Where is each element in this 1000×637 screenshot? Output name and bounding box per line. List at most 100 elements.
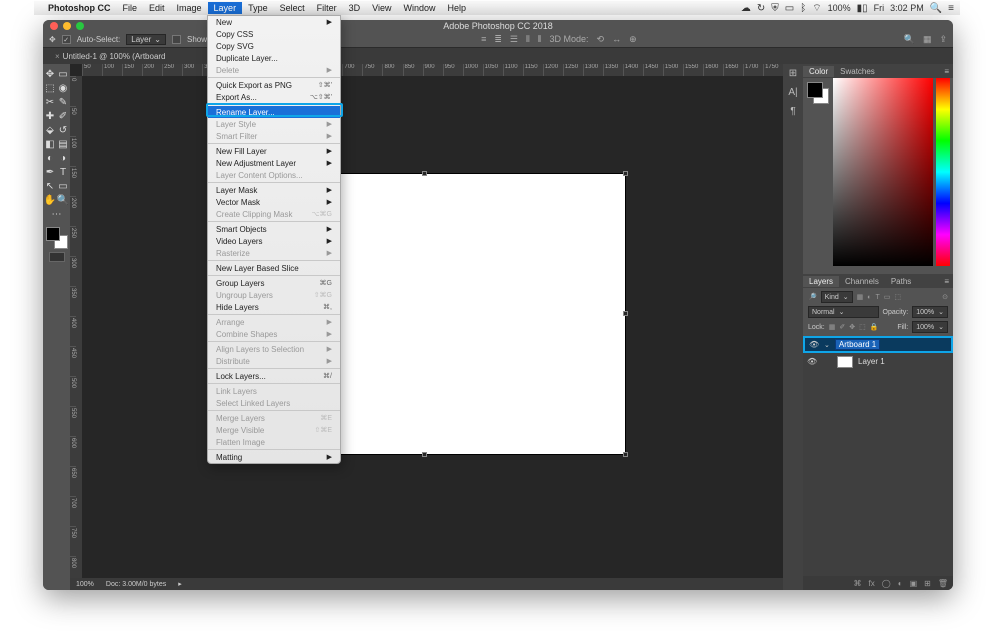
menu-help[interactable]: Help <box>441 2 472 14</box>
strip-icon[interactable]: ⊞ <box>789 68 797 79</box>
lock-position-icon[interactable]: ✥ <box>849 323 855 331</box>
showtransform-checkbox[interactable] <box>172 35 181 44</box>
filter-pixel-icon[interactable]: ▦ <box>857 293 864 301</box>
close-window-icon[interactable] <box>50 22 58 30</box>
new-layer-icon[interactable]: ⊞ <box>924 579 931 588</box>
menu-image[interactable]: Image <box>171 2 208 14</box>
adjustment-layer-icon[interactable]: ◐ <box>898 579 903 588</box>
distribute-icon[interactable]: ⫴ <box>526 34 530 45</box>
menu-file[interactable]: File <box>117 2 144 14</box>
fill-input[interactable]: 100%⌄ <box>912 321 948 333</box>
menu-item-copy-css[interactable]: Copy CSS <box>208 28 340 40</box>
lock-pixels-icon[interactable]: ▦ <box>829 323 836 331</box>
menu-item-video-layers[interactable]: Video Layers▶ <box>208 235 340 247</box>
menu-view[interactable]: View <box>366 2 397 14</box>
threed-icon[interactable]: ⊕ <box>629 34 637 45</box>
menu-item-vector-mask[interactable]: Vector Mask▶ <box>208 196 340 208</box>
pen-tool-icon[interactable]: ✒ <box>44 165 57 179</box>
menu-filter[interactable]: Filter <box>311 2 343 14</box>
history-brush-icon[interactable]: ↺ <box>57 123 70 137</box>
autoselect-dropdown[interactable]: Layer⌄ <box>126 34 166 45</box>
healing-tool-icon[interactable]: ✚ <box>44 109 57 123</box>
layer-row[interactable]: 👁Layer 1 <box>803 353 953 370</box>
search-icon[interactable]: 🔍 <box>904 34 915 45</box>
lasso-tool-icon[interactable]: ◉ <box>57 81 70 95</box>
filter-adjust-icon[interactable]: ◐ <box>867 294 871 301</box>
stamp-tool-icon[interactable]: ⬙ <box>44 123 57 137</box>
path-tool-icon[interactable]: ↖ <box>44 179 57 193</box>
layer-row[interactable]: 👁 ⌄ Artboard 1 <box>803 336 953 353</box>
menu-item-lock-layers[interactable]: Lock Layers...⌘/ <box>208 370 340 382</box>
swatches-tab[interactable]: Swatches <box>834 66 881 77</box>
filter-type-icon[interactable]: T <box>875 294 879 301</box>
filter-shape-icon[interactable]: ▭ <box>884 293 891 301</box>
channels-tab[interactable]: Channels <box>839 276 885 287</box>
layer-effects-icon[interactable]: fx <box>869 579 875 588</box>
opacity-input[interactable]: 100%⌄ <box>912 306 948 318</box>
menu-item-new-fill-layer[interactable]: New Fill Layer▶ <box>208 145 340 157</box>
visibility-icon[interactable]: 👁 <box>809 340 819 349</box>
menu-app-name[interactable]: Photoshop CC <box>48 3 111 13</box>
trash-icon[interactable]: 🗑 <box>938 579 948 588</box>
menu-item-new-adjustment-layer[interactable]: New Adjustment Layer▶ <box>208 157 340 169</box>
zoom-window-icon[interactable] <box>76 22 84 30</box>
filter-smart-icon[interactable]: ⬚ <box>894 293 901 301</box>
zoom-level[interactable]: 100% <box>76 581 94 588</box>
menu-item-quick-export-as-png[interactable]: Quick Export as PNG⇧⌘' <box>208 79 340 91</box>
marquee-tool-icon[interactable]: ⬚ <box>44 81 57 95</box>
link-layers-icon[interactable]: ⌘ <box>854 579 862 588</box>
lock-position-icon[interactable]: ✐ <box>839 323 845 331</box>
panel-menu-icon[interactable]: ≡ <box>944 67 953 76</box>
menu-select[interactable]: Select <box>274 2 311 14</box>
color-swatches[interactable] <box>46 227 68 249</box>
lock-artboard-icon[interactable]: ⬚ <box>859 323 866 331</box>
menu-item-matting[interactable]: Matting▶ <box>208 451 340 463</box>
move-tool-icon[interactable]: ✥ <box>44 67 57 81</box>
brush-tool-icon[interactable]: ✐ <box>57 109 70 123</box>
color-tab[interactable]: Color <box>803 66 834 77</box>
layer-thumbnail[interactable] <box>837 356 853 368</box>
menu-edit[interactable]: Edit <box>143 2 171 14</box>
autoselect-checkbox[interactable]: ✓ <box>62 35 71 44</box>
menu-window[interactable]: Window <box>397 2 441 14</box>
eraser-tool-icon[interactable]: ◧ <box>44 137 57 151</box>
color-field[interactable] <box>833 78 933 266</box>
group-icon[interactable]: ▣ <box>910 579 918 588</box>
minimize-window-icon[interactable] <box>63 22 71 30</box>
menu-item-new[interactable]: New▶ <box>208 16 340 28</box>
filter-toggle-icon[interactable]: ⊙ <box>942 293 948 301</box>
menu-layer[interactable]: Layer <box>208 2 243 14</box>
dodge-tool-icon[interactable]: ◑ <box>57 151 70 165</box>
visibility-icon[interactable]: 👁 <box>807 357 817 366</box>
menu-item-hide-layers[interactable]: Hide Layers⌘, <box>208 301 340 313</box>
align-icon[interactable]: ≣ <box>494 34 502 45</box>
fg-bg-swatch[interactable] <box>807 82 829 104</box>
quickmask-icon[interactable] <box>49 252 65 262</box>
doc-info[interactable]: Doc: 3.00M/0 bytes <box>106 581 166 588</box>
document-tab[interactable]: × Untitled-1 @ 100% (Artboard <box>49 50 172 63</box>
hamburger-icon[interactable]: ≡ <box>948 3 954 14</box>
crop-tool-icon[interactable]: ✂ <box>44 95 57 109</box>
hand-tool-icon[interactable]: ✋ <box>44 193 57 207</box>
spotlight-icon[interactable]: 🔍 <box>930 3 942 14</box>
move-tool-icon[interactable]: ✥ <box>49 35 56 44</box>
menu-type[interactable]: Type <box>242 2 274 14</box>
hue-slider[interactable] <box>936 78 950 266</box>
artboard-tool-icon[interactable]: ▭ <box>57 67 70 81</box>
paths-tab[interactable]: Paths <box>885 276 917 287</box>
align-icon[interactable]: ≡ <box>481 34 486 45</box>
workspace-icon[interactable]: ▦ <box>923 34 932 45</box>
menu-item-duplicate-layer[interactable]: Duplicate Layer... <box>208 52 340 64</box>
edit-toolbar-icon[interactable]: ⋯ <box>44 207 70 221</box>
close-icon[interactable]: × <box>55 52 60 61</box>
menu-item-smart-objects[interactable]: Smart Objects▶ <box>208 223 340 235</box>
blur-tool-icon[interactable]: ◐ <box>44 151 57 165</box>
layer-name-input[interactable]: Artboard 1 <box>835 339 880 350</box>
layer-mask-icon[interactable]: ◯ <box>882 579 891 588</box>
menu-item-copy-svg[interactable]: Copy SVG <box>208 40 340 52</box>
share-icon[interactable]: ⇪ <box>939 34 947 45</box>
menu-item-layer-mask[interactable]: Layer Mask▶ <box>208 184 340 196</box>
paragraph-icon[interactable]: A| <box>788 87 797 98</box>
chevron-down-icon[interactable]: ⌄ <box>824 341 830 349</box>
threed-icon[interactable]: ⟲ <box>597 34 605 45</box>
